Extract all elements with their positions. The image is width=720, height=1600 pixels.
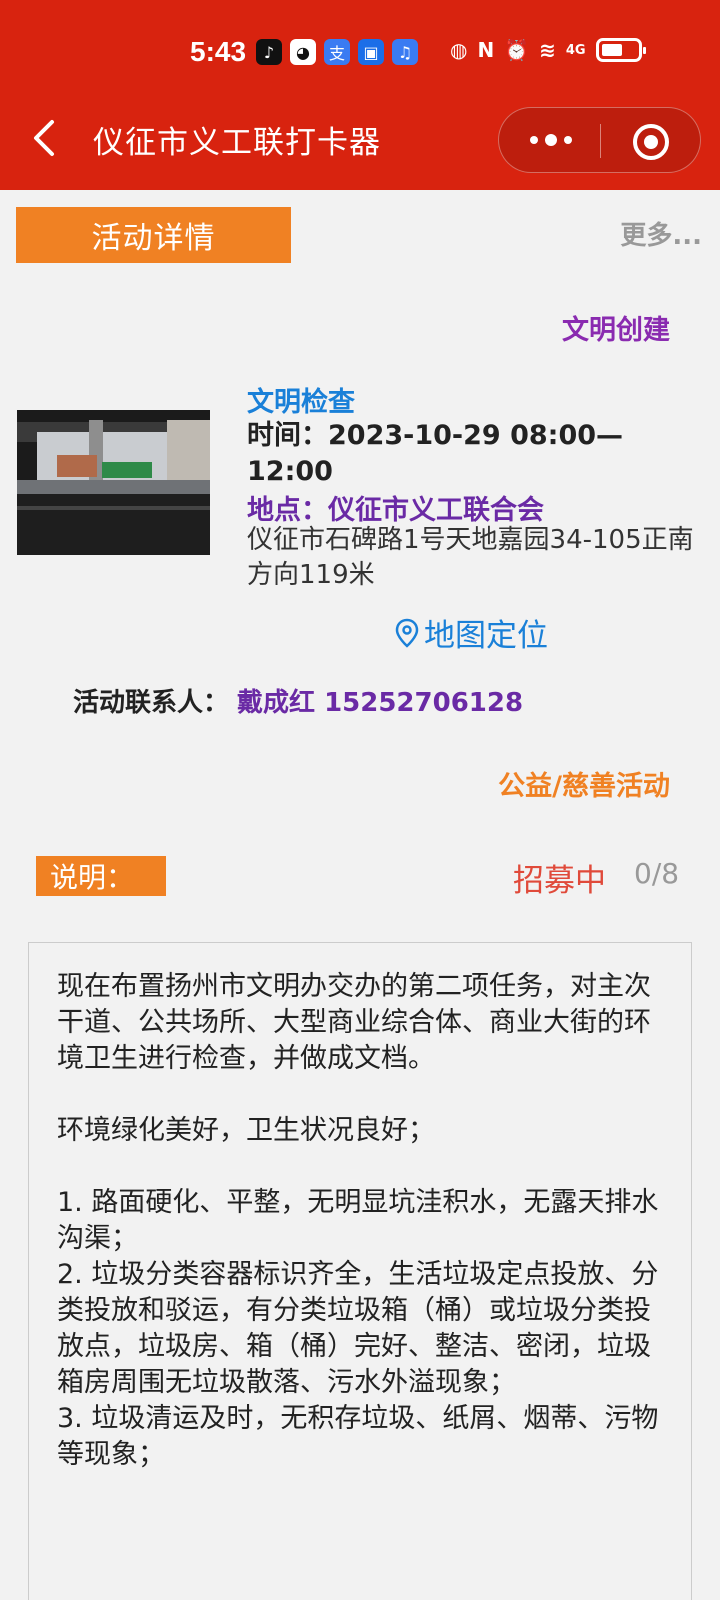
alarm-icon: ⏰ — [504, 38, 530, 62]
qq-icon: ◕ — [290, 39, 316, 65]
signal-icon: 4G — [565, 42, 586, 58]
activity-photo[interactable] — [17, 410, 210, 555]
top-bar: 5:43 ♪ ◕ 支 ▣ ♫ ◍ N ⏰ ≋ 4G 仪征市义工联打卡器 — [0, 0, 720, 190]
battery-icon — [595, 38, 646, 62]
activity-address: 仪征市石碑路1号天地嘉园34-105正南方向119米 — [247, 525, 694, 590]
more-menu-icon[interactable] — [526, 130, 576, 150]
status-bar: 5:43 ♪ ◕ 支 ▣ ♫ ◍ N ⏰ ≋ 4G — [0, 34, 720, 74]
alipay-icon: 支 — [324, 39, 350, 65]
contact-value[interactable]: 戴成红 15252706128 — [237, 688, 523, 718]
close-mini-program-icon[interactable] — [632, 123, 670, 161]
capsule-divider — [600, 124, 601, 158]
tiktok-icon: ♪ — [256, 39, 282, 65]
category-tag: 文明创建 — [562, 315, 670, 346]
more-link[interactable]: 更多... — [620, 215, 702, 252]
app-notification-icon: ▣ — [358, 39, 384, 65]
nfc-icon: N — [477, 38, 495, 62]
mini-program-capsule — [498, 107, 701, 173]
back-arrow-icon[interactable] — [28, 118, 68, 158]
map-location-link[interactable]: 地图定位 — [394, 610, 548, 655]
activity-contact: 活动联系人： 戴成红 15252706128 — [73, 682, 523, 719]
activity-place: 地点：仪征市义工联合会 — [247, 495, 544, 526]
map-location-label: 地图定位 — [424, 618, 548, 654]
music-icon: ♫ — [392, 39, 418, 65]
activity-name: 文明检查 — [247, 387, 355, 418]
page-title: 仪征市义工联打卡器 — [93, 125, 381, 161]
location-pin-icon — [395, 618, 419, 648]
notification-icons: ♪ ◕ 支 ▣ ♫ — [256, 39, 418, 65]
activity-time: 时间：2023-10-29 08:00—12:00 — [247, 420, 624, 487]
description-text: 现在布置扬州市文明办交办的第二项任务，对主次干道、公共场所、大型商业综合体、商业… — [28, 942, 692, 1600]
activity-type-tag: 公益/慈善活动 — [498, 771, 670, 802]
description-label: 说明： — [36, 856, 166, 896]
system-icons: ◍ N ⏰ ≋ 4G — [450, 38, 646, 62]
contact-label: 活动联系人： — [73, 688, 230, 718]
tab-activity-details[interactable]: 活动详情 — [16, 207, 291, 263]
hd-call-icon: ◍ — [450, 38, 468, 62]
participant-count: 0/8 — [634, 857, 680, 890]
wifi-icon: ≋ — [539, 38, 556, 62]
status-time: 5:43 — [190, 36, 247, 67]
recruitment-status: 招募中 — [513, 863, 606, 899]
